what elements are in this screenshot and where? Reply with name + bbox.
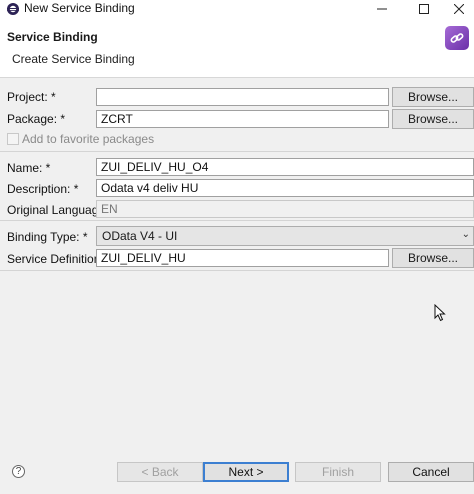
service-definition-browse-button[interactable]: Browse... — [392, 248, 474, 268]
help-icon[interactable]: ? — [12, 465, 25, 478]
cancel-button[interactable]: Cancel — [388, 462, 474, 482]
close-icon — [454, 4, 464, 14]
binding-type-value: OData V4 - UI — [102, 229, 178, 243]
favorite-packages-checkbox[interactable] — [7, 133, 19, 145]
package-browse-button[interactable]: Browse... — [392, 109, 474, 129]
section-divider — [0, 151, 474, 152]
page-subtitle: Create Service Binding — [12, 52, 135, 66]
project-browse-button[interactable]: Browse... — [392, 87, 474, 107]
description-field[interactable]: Odata v4 deliv HU — [96, 179, 474, 197]
binding-type-label: Binding Type: * — [7, 230, 88, 244]
minimize-icon — [377, 8, 387, 10]
window-title: New Service Binding — [24, 1, 135, 15]
package-label: Package: * — [7, 112, 66, 126]
back-button[interactable]: < Back — [117, 462, 203, 482]
name-label: Name: * — [7, 161, 51, 175]
original-language-label: Original Language: — [7, 203, 109, 217]
original-language-field: EN — [96, 200, 474, 218]
title-bar: New Service Binding — [0, 0, 474, 18]
favorite-packages-option[interactable]: Add to favorite packages — [7, 132, 154, 146]
minimize-button[interactable] — [367, 0, 397, 18]
wizard-header: Service Binding Create Service Binding — [0, 18, 474, 78]
section-divider — [0, 220, 474, 221]
eclipse-app-icon — [7, 3, 19, 15]
favorite-packages-label: Add to favorite packages — [22, 132, 155, 146]
chevron-down-icon: ⌄ — [461, 229, 470, 240]
service-binding-icon — [445, 26, 469, 50]
maximize-button[interactable] — [409, 0, 439, 18]
description-label: Description: * — [7, 182, 79, 196]
page-title: Service Binding — [7, 30, 98, 44]
binding-type-dropdown[interactable]: OData V4 - UI ⌄ — [96, 226, 474, 246]
project-label: Project: * — [7, 90, 56, 104]
maximize-icon — [419, 4, 429, 14]
section-divider — [0, 270, 474, 271]
service-definition-field[interactable]: ZUI_DELIV_HU — [96, 249, 389, 267]
next-button[interactable]: Next > — [203, 462, 289, 482]
close-button[interactable] — [444, 0, 474, 18]
mouse-cursor-icon — [434, 304, 446, 322]
package-field[interactable]: ZCRT — [96, 110, 389, 128]
name-field[interactable]: ZUI_DELIV_HU_O4 — [96, 158, 474, 176]
finish-button[interactable]: Finish — [295, 462, 381, 482]
project-field[interactable] — [96, 88, 389, 106]
